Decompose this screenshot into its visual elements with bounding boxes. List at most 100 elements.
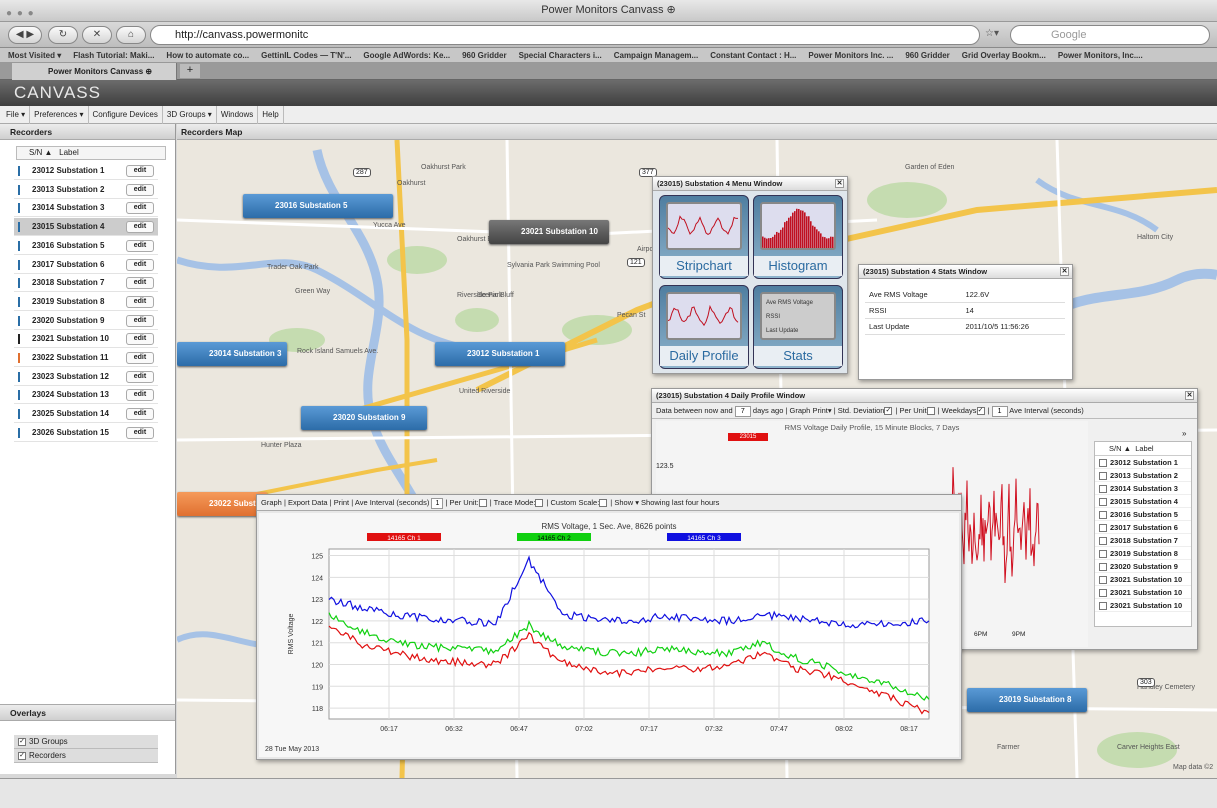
new-tab-button[interactable]: + (180, 64, 200, 78)
recorder-row[interactable]: 23022 Substation 11 edit (14, 349, 158, 367)
recorder-row[interactable]: 23015 Substation 4 edit (14, 218, 158, 236)
bookmark-item[interactable]: Google AdWords: Ke... (363, 51, 450, 60)
edit-button[interactable]: edit (126, 202, 154, 214)
overlay-checkbox[interactable]: ✓ (18, 738, 26, 746)
bookmark-item[interactable]: Power Monitors, Inc.... (1058, 51, 1143, 60)
edit-button[interactable]: edit (126, 221, 154, 233)
edit-button[interactable]: edit (126, 333, 154, 345)
recorder-row[interactable]: 23019 Substation 8 edit (14, 293, 158, 311)
export-data-button[interactable]: Export Data (288, 498, 328, 507)
dp-col-sn[interactable]: S/N ▲ (1109, 444, 1131, 453)
dp-row-checkbox[interactable] (1099, 498, 1107, 506)
edit-button[interactable]: edit (126, 352, 154, 364)
tile-stripchart[interactable]: Stripchart (659, 195, 749, 279)
edit-button[interactable]: edit (126, 165, 154, 177)
menu-item[interactable]: Configure Devices (89, 106, 163, 124)
map-marker[interactable]: 23021 Substation 10 (489, 220, 609, 244)
dp-list-row[interactable]: 23015 Substation 4 (1095, 495, 1191, 508)
map-marker[interactable]: 23022 Substation (177, 492, 267, 516)
menu-window-header[interactable]: (23015) Substation 4 Menu Window ✕ (653, 177, 847, 191)
dp-list-row[interactable]: 23021 Substation 10 (1095, 599, 1191, 612)
map-marker[interactable]: 23014 Substation 3 (177, 342, 287, 366)
window-controls[interactable]: ● ● ● (6, 4, 35, 24)
dp-list-row[interactable]: 23018 Substation 7 (1095, 534, 1191, 547)
map-marker[interactable]: 23020 Substation 9 (301, 406, 427, 430)
overlay-item[interactable]: ✓ Recorders (14, 749, 158, 763)
url-bar[interactable]: http://canvass.powermonitc (150, 25, 980, 45)
bookmark-item[interactable]: GettinIL Codes — T'N'... (261, 51, 351, 60)
edit-button[interactable]: edit (126, 427, 154, 439)
menu-item[interactable]: File ▾ (2, 106, 30, 124)
recorder-row[interactable]: 23018 Substation 7 edit (14, 274, 158, 292)
map-marker[interactable]: 23012 Substation 1 (435, 342, 565, 366)
browser-tab[interactable]: Power Monitors Canvass ⊕ (12, 63, 177, 80)
recorder-row[interactable]: 23017 Substation 6 edit (14, 256, 158, 274)
recorder-row[interactable]: 23024 Substation 13 edit (14, 386, 158, 404)
col-sn[interactable]: S/N ▲ (29, 148, 52, 157)
dp-row-checkbox[interactable] (1099, 524, 1107, 532)
edit-button[interactable]: edit (126, 259, 154, 271)
menu-item[interactable]: 3D Groups ▾ (163, 106, 217, 124)
graph-button[interactable]: Graph (790, 406, 811, 415)
recorder-row[interactable]: 23013 Substation 2 edit (14, 181, 158, 199)
dp-row-checkbox[interactable] (1099, 485, 1107, 493)
col-label[interactable]: Label (59, 148, 79, 157)
edit-button[interactable]: edit (126, 408, 154, 420)
dp-row-checkbox[interactable] (1099, 511, 1107, 519)
tile-daily-profile[interactable]: Daily Profile (659, 285, 749, 369)
google-search-input[interactable]: Google (1010, 25, 1210, 45)
menu-window[interactable]: (23015) Substation 4 Menu Window ✕ Strip… (652, 176, 848, 374)
map-marker[interactable]: 23019 Substation 8 (967, 688, 1087, 712)
close-icon[interactable]: ✕ (1060, 267, 1069, 276)
bookmark-item[interactable]: Constant Contact : H... (710, 51, 796, 60)
recorder-row[interactable]: 23016 Substation 5 edit (14, 237, 158, 255)
home-icon[interactable]: ⌂ (116, 26, 146, 44)
dp-list-row[interactable]: 23021 Substation 10 (1095, 573, 1191, 586)
recorder-row[interactable]: 23025 Substation 14 edit (14, 405, 158, 423)
rms-per-unit-checkbox[interactable] (479, 499, 487, 507)
tile-stats[interactable]: Ave RMS Voltage RSSI Last Update Stats (753, 285, 843, 369)
bookmark-item[interactable]: Grid Overlay Bookm... (962, 51, 1046, 60)
dp-row-checkbox[interactable] (1099, 459, 1107, 467)
dp-list-row[interactable]: 23019 Substation 8 (1095, 547, 1191, 560)
dp-list-row[interactable]: 23012 Substation 1 (1095, 456, 1191, 469)
dp-row-checkbox[interactable] (1099, 589, 1107, 597)
dp-row-checkbox[interactable] (1099, 472, 1107, 480)
daily-profile-header[interactable]: (23015) Substation 4 Daily Profile Windo… (652, 389, 1197, 403)
recorder-row[interactable]: 23012 Substation 1 edit (14, 162, 158, 180)
edit-button[interactable]: edit (126, 277, 154, 289)
bookmark-item[interactable]: Flash Tutorial: Maki... (73, 51, 154, 60)
overlay-item[interactable]: ✓ 3D Groups (14, 735, 158, 749)
dp-list-row[interactable]: 23021 Substation 10 (1095, 586, 1191, 599)
stats-window-header[interactable]: (23015) Substation 4 Stats Window ✕ (859, 265, 1072, 279)
recorders-column-header[interactable]: S/N ▲ Label (16, 146, 166, 160)
dp-list-row[interactable]: 23017 Substation 6 (1095, 521, 1191, 534)
reload-icon[interactable]: ↻ (48, 26, 78, 44)
back-forward-button[interactable]: ◀ ▶ (8, 26, 42, 44)
bookmark-item[interactable]: Power Monitors Inc. ... (808, 51, 893, 60)
edit-button[interactable]: edit (126, 296, 154, 308)
dp-row-checkbox[interactable] (1099, 576, 1107, 584)
recorder-row[interactable]: 23014 Substation 3 edit (14, 199, 158, 217)
recorder-row[interactable]: 23026 Substation 15 edit (14, 424, 158, 442)
map-marker[interactable]: 23016 Substation 5 (243, 194, 393, 218)
bookmark-item[interactable]: 960 Gridder (905, 51, 949, 60)
close-icon[interactable]: ✕ (835, 179, 844, 188)
bookmark-item[interactable]: Campaign Managem... (614, 51, 698, 60)
dp-row-checkbox[interactable] (1099, 563, 1107, 571)
rms-voltage-window[interactable]: Graph | Export Data | Print | Ave Interv… (256, 494, 962, 760)
recorder-row[interactable]: 23023 Substation 12 edit (14, 368, 158, 386)
edit-button[interactable]: edit (126, 371, 154, 383)
print-menu[interactable]: Print▾ (812, 406, 831, 415)
bookmark-item[interactable]: 960 Gridder (462, 51, 506, 60)
bookmark-item[interactable]: Special Characters i... (519, 51, 602, 60)
menu-item[interactable]: Help (258, 106, 283, 124)
expand-icon[interactable]: » (1182, 429, 1186, 438)
close-icon[interactable]: ✕ (1185, 391, 1194, 400)
show-menu[interactable]: Show ▾ (614, 498, 639, 507)
dp-list-row[interactable]: 23014 Substation 3 (1095, 482, 1191, 495)
custom-scale-checkbox[interactable] (599, 499, 607, 507)
trace-mode-checkbox[interactable] (535, 499, 543, 507)
rms-ave-interval-input[interactable] (431, 498, 443, 509)
overlay-checkbox[interactable]: ✓ (18, 752, 26, 760)
